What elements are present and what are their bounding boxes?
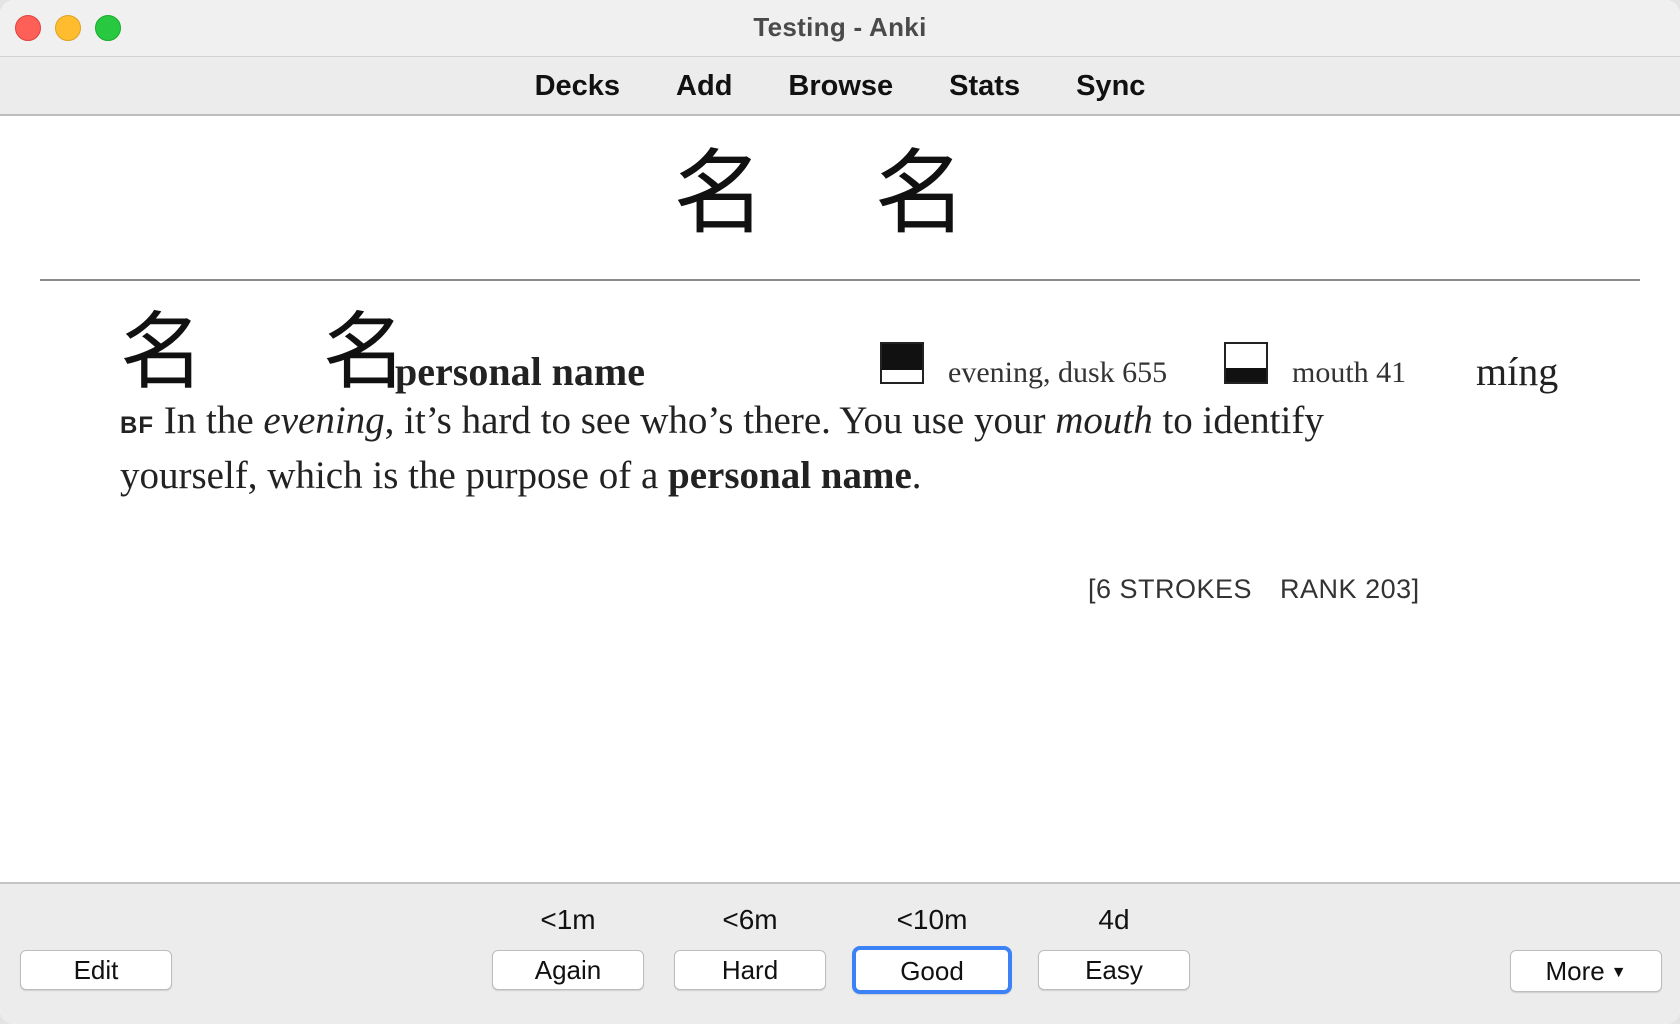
more-button-label: More xyxy=(1545,956,1605,986)
more-button[interactable]: More ▼ xyxy=(1510,950,1662,992)
edit-button[interactable]: Edit xyxy=(20,950,172,990)
answer-bar: Edit <1m <6m <10m 4d Again Hard Good Eas… xyxy=(0,882,1680,1024)
story-text: , it’s hard to see who’s there. You use … xyxy=(384,399,1056,442)
entry-pinyin: míng xyxy=(1476,349,1559,394)
story-source-tag: BF xyxy=(120,412,154,439)
story-emphasis: evening xyxy=(263,399,385,442)
story-text: In the xyxy=(154,399,264,442)
story-text: . xyxy=(911,454,922,497)
anki-window: Testing - Anki Decks Add Browse Stats Sy… xyxy=(0,0,1680,1024)
toolbar-sync-link[interactable]: Sync xyxy=(1048,67,1173,105)
answer-divider xyxy=(40,279,1640,281)
bottom-filled-square-icon xyxy=(1224,342,1268,384)
component-mouth-label: mouth 41 xyxy=(1292,356,1407,389)
window-title: Testing - Anki xyxy=(753,12,927,42)
again-interval: <1m xyxy=(540,904,596,935)
story-emphasis: mouth xyxy=(1055,399,1153,442)
again-button[interactable]: Again xyxy=(492,950,644,990)
good-button[interactable]: Good xyxy=(852,946,1012,994)
entry-keyword: personal name xyxy=(395,349,645,394)
good-interval: <10m xyxy=(896,904,968,935)
card-view: 名 名 名 名 personal name evening, dusk 655 … xyxy=(0,116,1680,882)
entry-meta: [6 STROKES RANK 203] xyxy=(1088,574,1420,605)
easy-button[interactable]: Easy xyxy=(1038,950,1190,990)
frequency-rank: RANK 203] xyxy=(1280,574,1420,604)
hard-button[interactable]: Hard xyxy=(674,950,826,990)
main-toolbar: Decks Add Browse Stats Sync xyxy=(0,57,1680,116)
toolbar-add-link[interactable]: Add xyxy=(648,67,760,105)
component-evening-label: evening, dusk 655 xyxy=(948,356,1168,389)
stroke-count: [6 STROKES xyxy=(1088,574,1253,604)
hard-interval: <6m xyxy=(722,904,778,935)
story-keyword: personal name xyxy=(668,454,912,497)
toolbar-decks-link[interactable]: Decks xyxy=(507,67,648,105)
chevron-down-icon: ▼ xyxy=(1610,964,1627,981)
toolbar-stats-link[interactable]: Stats xyxy=(921,67,1048,105)
toolbar-browse-link[interactable]: Browse xyxy=(760,67,921,105)
top-filled-square-icon xyxy=(880,342,924,384)
card-front-kanji: 名 名 xyxy=(673,140,1007,247)
mnemonic-story: BF In the evening, it’s hard to see who’… xyxy=(120,396,1420,501)
easy-interval: 4d xyxy=(1098,904,1130,935)
title-bar: Testing - Anki xyxy=(0,0,1680,57)
